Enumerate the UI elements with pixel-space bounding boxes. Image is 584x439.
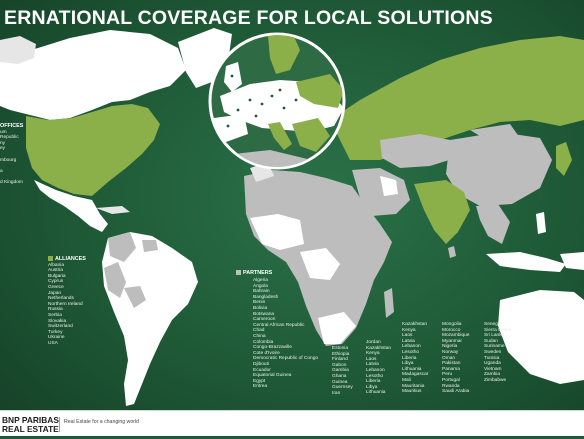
- partner-country: Saudi Arabia: [442, 389, 470, 395]
- zoom-office-dot: [282, 106, 286, 110]
- partners-column-1: Algeria Angola Bahrain Bangladesh Benin Boliv…: [253, 278, 318, 390]
- alliances-list: Albania Austria Bulgaria Cyprus Greece Japan N…: [48, 263, 86, 347]
- partners-column-2: Estonia Ethiopia Finland Gabon Gambia Ghana Gu…: [332, 346, 353, 396]
- partners-legend: PARTNERS: [236, 270, 272, 277]
- europe-zoom-circle: [208, 32, 346, 170]
- map-japan: [556, 142, 572, 176]
- offices-list: um Republic ny ey mbourg a d Kingdom: [0, 130, 23, 186]
- partners-column-5: Mongolia Morocco Mozambique Myanmar Nigeria N…: [442, 322, 469, 395]
- map-southeast-asia: [476, 204, 510, 244]
- partners-column-4: Kazakhstan Kenya Laos Latvia Lebanon Lesotho L…: [402, 322, 428, 395]
- zoom-office-dot: [226, 124, 230, 128]
- map-new-guinea: [560, 252, 584, 270]
- zoom-office-dot: [254, 114, 258, 118]
- partner-country: Mauritius: [402, 389, 422, 395]
- zoom-office-dot: [278, 88, 282, 92]
- zoom-office-dot: [270, 94, 274, 98]
- zoom-office-dot: [230, 74, 234, 78]
- partners-column-3: Jordan Kazakhstan Kenya Laos Latvia Lebanon Le…: [366, 340, 391, 396]
- map-philippines: [536, 212, 546, 234]
- office-country: d Kingdom: [0, 179, 23, 185]
- map-indonesia: [486, 252, 566, 272]
- partner-country: Iran: [332, 390, 341, 396]
- alliances-heading: ALLIANCES: [48, 256, 86, 263]
- footer-divider: [59, 417, 60, 432]
- alliance-swatch: [48, 256, 53, 261]
- zoom-office-dot: [248, 98, 252, 102]
- zoom-office-dot: [260, 102, 264, 106]
- offices-legend: OFFICES um Republic ny ey mbourg a d Kingdo…: [0, 123, 24, 186]
- partner-country: Mozambique: [442, 333, 470, 339]
- map-madagascar: [384, 288, 394, 318]
- map-cuba: [96, 206, 130, 214]
- zoom-office-dot: [294, 98, 298, 102]
- brand-logo-text: BNP PARIBAS REAL ESTATE: [2, 415, 59, 434]
- map-suriname: [142, 240, 158, 252]
- zoom-office-dot: [236, 108, 240, 112]
- partner-country: Zimbabwe: [484, 377, 507, 383]
- alliance-country: USA: [48, 340, 58, 346]
- map-west-africa: [250, 214, 304, 250]
- partner-country: Eritrea: [253, 384, 268, 390]
- alliances-legend: ALLIANCES Albania Austria Bulgaria Cyprus Gr…: [48, 256, 86, 347]
- map-sri-lanka: [448, 246, 456, 258]
- partner-country: Lithuania: [366, 390, 386, 396]
- page-title: ERNATIONAL COVERAGE FOR LOCAL SOLUTIONS: [4, 7, 493, 29]
- partners-column-6: Senegal Sierra Leone Sri Lanka Sudan Surinam…: [484, 322, 511, 384]
- partner-country: Guernsey: [332, 385, 353, 391]
- partner-country: Kazakhstan: [402, 322, 428, 327]
- offices-heading: OFFICES: [0, 123, 24, 129]
- map-background: ERNATIONAL COVERAGE FOR LOCAL SOLUTIONS …: [0, 0, 584, 439]
- footer-tagline: Real Estate for a changing world: [64, 419, 139, 425]
- partner-swatch: [236, 270, 241, 275]
- partners-heading: PARTNERS: [236, 270, 272, 277]
- footer-bar: BNP PARIBAS REAL ESTATE Real Estate for …: [0, 410, 584, 439]
